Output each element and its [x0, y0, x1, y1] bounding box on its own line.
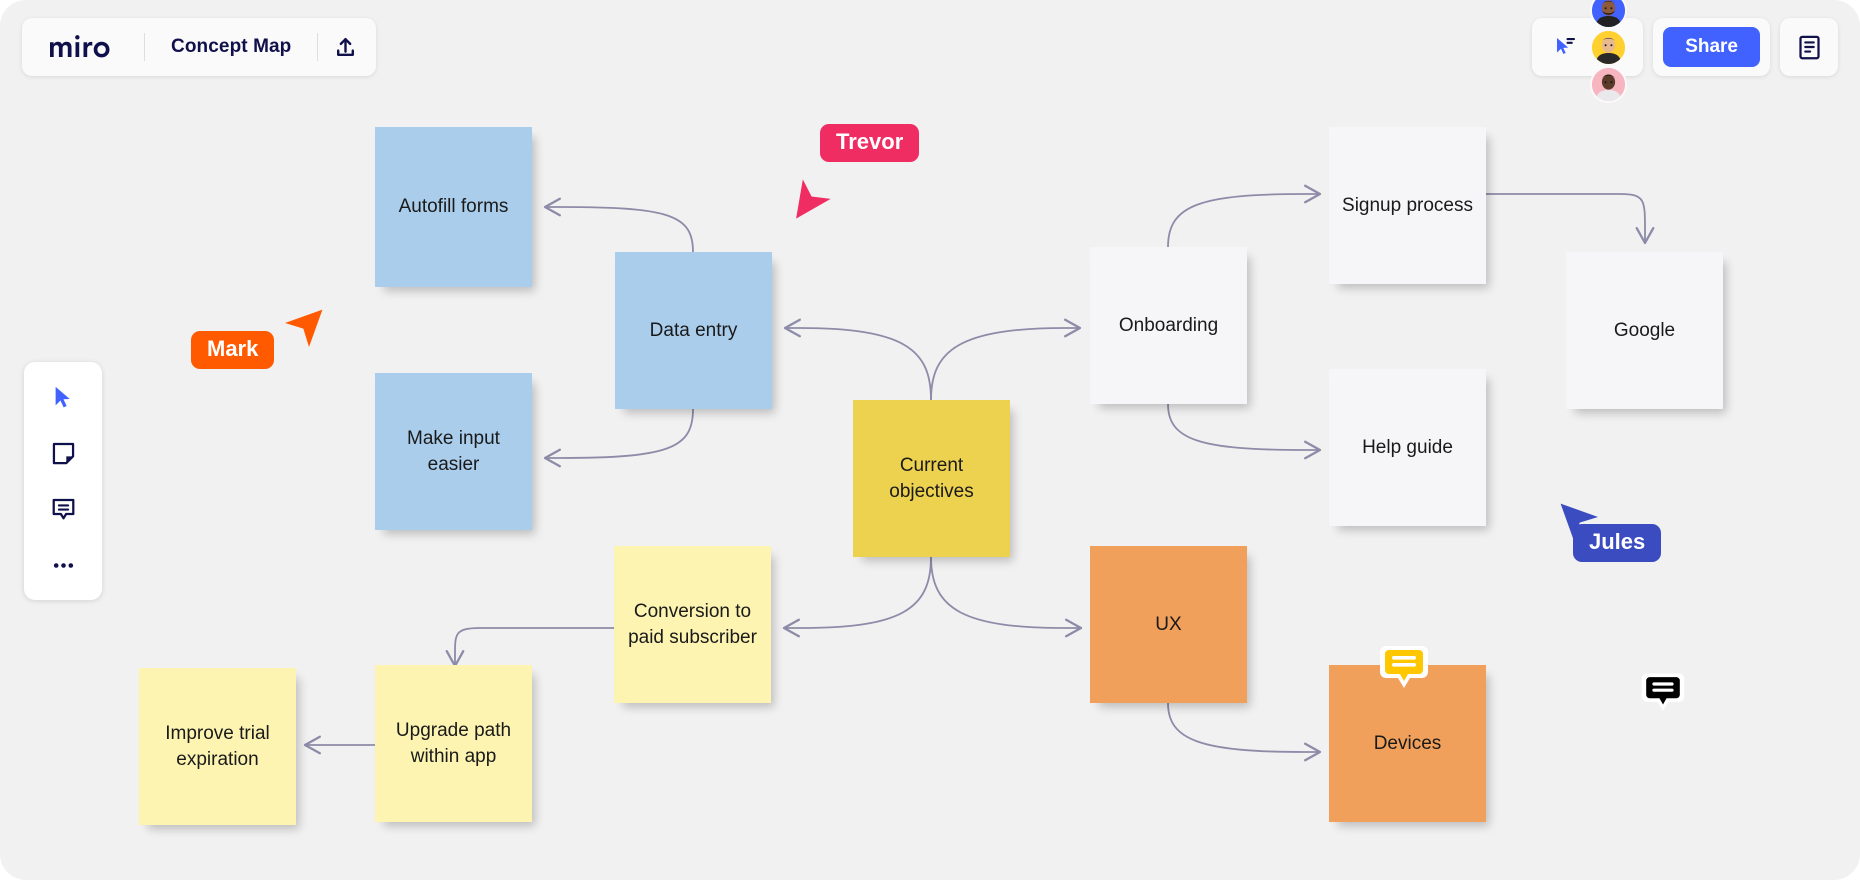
miro-board-screen: Autofill forms Data entry Make input easie…	[0, 0, 1860, 880]
sticky-note-label: Improve trial expiration	[165, 723, 270, 770]
avatar-1[interactable]	[1590, 0, 1628, 29]
connector-current-objectives-to-data-entry	[783, 318, 932, 401]
connector-data-entry-to-autofill-forms	[543, 197, 694, 253]
cursor-filter-icon[interactable]	[1548, 30, 1582, 64]
sticky-note-upgrade-path[interactable]: Upgrade path within app	[375, 665, 532, 822]
document-notes-icon	[1798, 35, 1820, 59]
miro-logo[interactable]	[26, 34, 144, 60]
avatar-1-image	[1592, 0, 1626, 27]
connector-ux-to-devices	[1167, 702, 1322, 762]
sticky-note-tool[interactable]	[36, 430, 90, 476]
cursor-pointer-glyph	[796, 179, 831, 219]
top-right-toolbar: Share	[1532, 0, 1838, 103]
sticky-note-onboarding[interactable]: Onboarding	[1090, 247, 1247, 404]
sticky-note-label: Autofill forms	[398, 196, 509, 218]
share-button[interactable]: Share	[1663, 27, 1760, 67]
sticky-note-help-guide[interactable]: Help guide	[1329, 369, 1486, 526]
sticky-note-label: Data entry	[649, 319, 738, 341]
sticky-note-label: Google	[1613, 319, 1676, 341]
connector-data-entry-to-make-input-easier	[543, 408, 694, 468]
sticky-note-label: Current objectives	[889, 455, 974, 502]
sticky-note-label: Conversion to paid subscriber	[628, 601, 757, 648]
sticky-note-autofill-forms[interactable]: Autofill forms	[375, 127, 532, 287]
connector-current-objectives-to-conversion-to-paid	[782, 556, 932, 638]
sticky-note-label: Signup process	[1342, 194, 1473, 216]
ellipsis-icon	[53, 562, 73, 568]
connector-signup-process-to-google	[1485, 193, 1655, 245]
sticky-note-conversion-to-paid[interactable]: Conversion to paid subscriber	[614, 546, 771, 703]
miro-logo-icon	[50, 35, 110, 58]
sticky-note-signup-process[interactable]: Signup process	[1329, 127, 1486, 284]
sticky-note-google[interactable]: Google	[1566, 252, 1723, 409]
avatar-3-image	[1592, 67, 1626, 101]
sticky-note-ux[interactable]: UX	[1090, 546, 1247, 703]
sticky-note-make-input-easier[interactable]: Make input easier	[375, 373, 532, 530]
connector-onboarding-to-signup-process	[1167, 184, 1322, 248]
collaborator-pointer-trevor	[784, 179, 831, 231]
sticky-note-label: Devices	[1373, 732, 1442, 754]
upload-icon-glyph	[336, 37, 354, 56]
board-notes-button[interactable]	[1780, 18, 1838, 76]
sticky-note-improve-trial[interactable]: Improve trial expiration	[139, 668, 296, 825]
collaborator-label-jules: Jules	[1573, 524, 1662, 563]
canvas-comment-badge[interactable]	[1640, 670, 1686, 721]
board-header-bar: Concept Map	[22, 18, 377, 76]
sticky-note-label: Onboarding	[1118, 314, 1219, 336]
sticky-note-label: UX	[1155, 613, 1182, 635]
avatar-2-image	[1592, 30, 1626, 64]
share-panel: Share	[1653, 18, 1770, 76]
collaborators-panel	[1532, 0, 1644, 103]
sticky-note-icon	[52, 442, 74, 464]
connector-current-objectives-to-ux	[930, 556, 1083, 638]
board-canvas[interactable]: Autofill forms Data entry Make input easie…	[0, 0, 1860, 880]
avatar-3[interactable]	[1590, 65, 1628, 103]
devices-comment-badge-glyph	[1380, 646, 1428, 688]
cursor-filter-icon-glyph	[1557, 38, 1576, 54]
collaborator-label-mark: Mark	[191, 331, 275, 370]
collaborator-pointer-mark	[284, 300, 332, 351]
upload-icon[interactable]	[318, 25, 372, 69]
cursor-pointer-glyph	[284, 309, 323, 348]
board-title[interactable]: Concept Map	[145, 36, 317, 58]
comment-tool[interactable]	[36, 486, 90, 532]
sticky-note-label: Upgrade path within app	[395, 720, 512, 767]
sticky-note-current-objectives[interactable]: Current objectives	[853, 400, 1010, 557]
connector-onboarding-to-help-guide	[1167, 403, 1322, 460]
canvas-comment-badge-glyph	[1641, 673, 1685, 711]
collaborator-label-trevor: Trevor	[820, 124, 920, 163]
connector-current-objectives-to-onboarding	[930, 318, 1082, 401]
sticky-note-data-entry[interactable]: Data entry	[615, 252, 772, 409]
sticky-note-label: Help guide	[1362, 436, 1453, 458]
more-tools[interactable]	[36, 542, 90, 588]
avatar-2[interactable]	[1590, 28, 1628, 66]
avatar-group	[1590, 0, 1628, 103]
comment-icon	[52, 498, 74, 519]
select-tool[interactable]	[36, 374, 90, 420]
left-toolbar	[24, 362, 102, 600]
sticky-note-label: Make input easier	[407, 428, 500, 475]
cursor-icon	[55, 386, 70, 407]
connector-conversion-to-paid-to-upgrade-path	[445, 627, 615, 668]
devices-comment-badge[interactable]	[1378, 642, 1430, 699]
